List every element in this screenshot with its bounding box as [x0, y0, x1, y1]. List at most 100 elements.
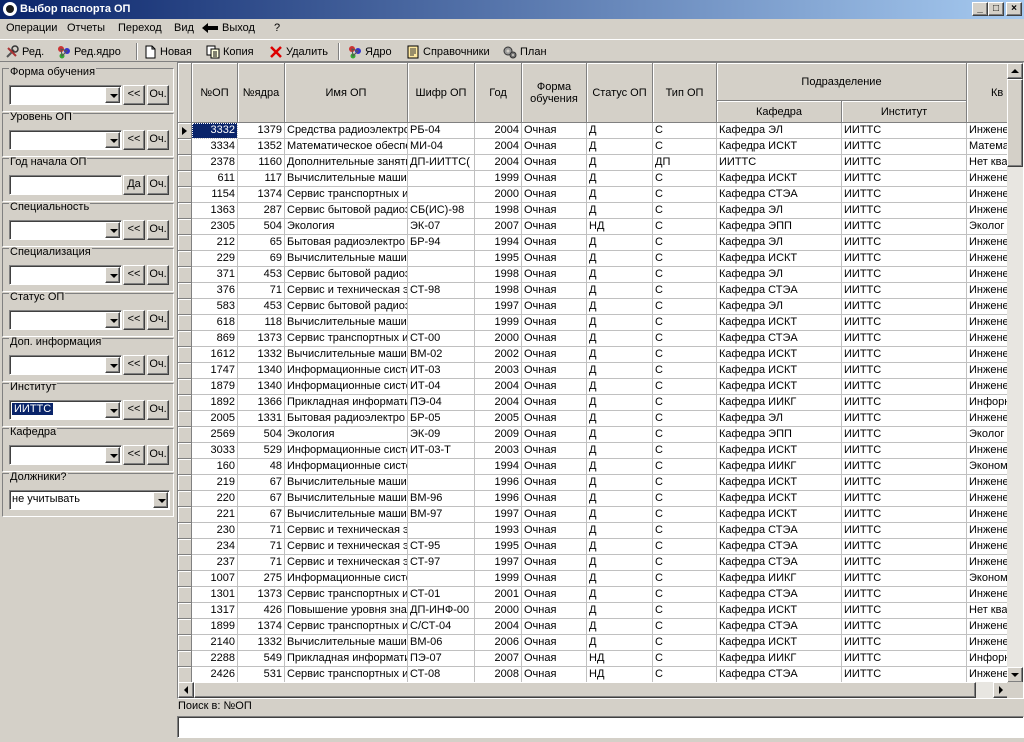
cell-year[interactable]: 2004	[475, 379, 522, 395]
cell-op-status[interactable]: Д	[587, 571, 653, 587]
cell-qualification[interactable]: Инжене	[967, 315, 1009, 331]
menu-exit[interactable]: Выход	[202, 22, 255, 34]
cell-op-number[interactable]: 2426	[192, 667, 238, 683]
table-row[interactable]: 160 48 Информационные систе 1994 Очная Д С Кафе…	[178, 459, 1009, 475]
cell-year[interactable]: 2002	[475, 347, 522, 363]
cell-op-status[interactable]: Д	[587, 267, 653, 283]
cell-op-number[interactable]: 869	[192, 331, 238, 347]
row-indicator[interactable]	[178, 603, 192, 619]
op-level-combo[interactable]	[9, 130, 122, 150]
cell-core-number[interactable]: 67	[238, 475, 285, 491]
menu-reports[interactable]: Отчеты	[67, 22, 105, 34]
cell-op-name[interactable]: Вычислительные машин	[285, 171, 408, 187]
cell-op-number[interactable]: 2569	[192, 427, 238, 443]
cell-op-name[interactable]: Сервис транспортных и	[285, 187, 408, 203]
cell-qualification[interactable]: Инжене	[967, 299, 1009, 315]
op-level-back-button[interactable]: <<	[123, 130, 145, 150]
cell-institute[interactable]: ИИТТС	[842, 155, 967, 171]
table-row[interactable]: 1879 1340 Информационные систе ИТ-04 2004 Очн…	[178, 379, 1009, 395]
cell-qualification[interactable]: Инжене	[967, 251, 1009, 267]
cell-op-status[interactable]: Д	[587, 395, 653, 411]
cell-op-status[interactable]: Д	[587, 523, 653, 539]
cell-department[interactable]: Кафедра ИСКТ	[717, 603, 842, 619]
cell-year[interactable]: 2004	[475, 619, 522, 635]
cell-institute[interactable]: ИИТТС	[842, 427, 967, 443]
cell-op-code[interactable]: ЭК-09	[408, 427, 475, 443]
cell-study-form[interactable]: Очная	[522, 475, 587, 491]
cell-op-type[interactable]: С	[653, 139, 717, 155]
cell-op-name[interactable]: Информационные систе	[285, 363, 408, 379]
cell-op-type[interactable]: С	[653, 443, 717, 459]
table-row[interactable]: 3332 1379 Средства радиоэлектро РБ-04 2004 Оч…	[178, 123, 1009, 139]
cell-op-status[interactable]: Д	[587, 443, 653, 459]
cell-op-code[interactable]: БР-94	[408, 235, 475, 251]
cell-qualification[interactable]: Инжене	[967, 331, 1009, 347]
cell-op-type[interactable]: С	[653, 347, 717, 363]
cell-year[interactable]: 1994	[475, 459, 522, 475]
cell-study-form[interactable]: Очная	[522, 379, 587, 395]
cell-op-type[interactable]: С	[653, 491, 717, 507]
scroll-up-button[interactable]	[1007, 63, 1023, 79]
cell-department[interactable]: Кафедра СТЭА	[717, 523, 842, 539]
extra-info-back-button[interactable]: <<	[123, 355, 145, 375]
references-button[interactable]: Справочники	[406, 42, 490, 61]
cell-op-name[interactable]: Повышение уровня знан	[285, 603, 408, 619]
cell-op-type[interactable]: С	[653, 123, 717, 139]
cell-core-number[interactable]: 549	[238, 651, 285, 667]
cell-qualification[interactable]: Нет ква	[967, 155, 1009, 171]
cell-op-status[interactable]: Д	[587, 139, 653, 155]
cell-qualification[interactable]: Инжене	[967, 347, 1009, 363]
cell-op-status[interactable]: Д	[587, 379, 653, 395]
cell-qualification[interactable]: Эколог	[967, 219, 1009, 235]
cell-op-name[interactable]: Сервис бытовой радиоэ	[285, 203, 408, 219]
cell-department[interactable]: Кафедра ИСКТ	[717, 475, 842, 491]
cell-op-type[interactable]: С	[653, 379, 717, 395]
cell-department[interactable]: Кафедра СТЭА	[717, 187, 842, 203]
chevron-down-icon[interactable]	[105, 222, 120, 238]
cell-op-code[interactable]: СТ-97	[408, 555, 475, 571]
cell-op-code[interactable]: ИТ-04	[408, 379, 475, 395]
table-row[interactable]: 2569 504 Экология ЭК-09 2009 Очная Д С Кафедра Э…	[178, 427, 1009, 443]
cell-op-number[interactable]: 229	[192, 251, 238, 267]
table-row[interactable]: 1317 426 Повышение уровня знан ДП-ИНФ-00 200…	[178, 603, 1009, 619]
cell-op-number[interactable]: 618	[192, 315, 238, 331]
cell-op-code[interactable]: ВМ-06	[408, 635, 475, 651]
cell-op-name[interactable]: Экология	[285, 427, 408, 443]
cell-core-number[interactable]: 71	[238, 283, 285, 299]
horizontal-scroll-thumb[interactable]	[194, 682, 976, 698]
cell-department[interactable]: Кафедра ИСКТ	[717, 251, 842, 267]
cell-op-number[interactable]: 1892	[192, 395, 238, 411]
row-indicator[interactable]	[178, 299, 192, 315]
chevron-down-icon[interactable]	[105, 402, 120, 418]
cell-op-status[interactable]: Д	[587, 203, 653, 219]
cell-op-type[interactable]: С	[653, 299, 717, 315]
cell-op-name[interactable]: Математическое обеспе	[285, 139, 408, 155]
copy-button[interactable]: Копия	[206, 42, 254, 61]
cell-year[interactable]: 1997	[475, 555, 522, 571]
cell-year[interactable]: 2004	[475, 139, 522, 155]
cell-qualification[interactable]: Инжене	[967, 203, 1009, 219]
cell-op-type[interactable]: С	[653, 603, 717, 619]
table-row[interactable]: 1154 1374 Сервис транспортных и 2000 Очная Д С…	[178, 187, 1009, 203]
cell-study-form[interactable]: Очная	[522, 315, 587, 331]
cell-op-code[interactable]: СТ-00	[408, 331, 475, 347]
cell-department[interactable]: Кафедра ИИКГ	[717, 571, 842, 587]
cell-institute[interactable]: ИИТТС	[842, 459, 967, 475]
op-status-combo[interactable]	[9, 310, 122, 330]
cell-year[interactable]: 1999	[475, 571, 522, 587]
cell-op-status[interactable]: Д	[587, 459, 653, 475]
cell-institute[interactable]: ИИТТС	[842, 523, 967, 539]
cell-year[interactable]: 2004	[475, 155, 522, 171]
table-row[interactable]: 583 453 Сервис бытовой радиоэ 1997 Очная Д С Ка…	[178, 299, 1009, 315]
chevron-down-icon[interactable]	[105, 312, 120, 328]
header-op-name[interactable]: Имя ОП	[285, 63, 408, 123]
cell-core-number[interactable]: 1332	[238, 635, 285, 651]
cell-core-number[interactable]: 65	[238, 235, 285, 251]
header-institute[interactable]: Институт	[842, 101, 967, 123]
header-op-type[interactable]: Тип ОП	[653, 63, 717, 123]
cell-op-type[interactable]: С	[653, 427, 717, 443]
cell-department[interactable]: Кафедра СТЭА	[717, 667, 842, 683]
cell-institute[interactable]: ИИТТС	[842, 603, 967, 619]
cell-study-form[interactable]: Очная	[522, 523, 587, 539]
header-year[interactable]: Год	[475, 63, 522, 123]
